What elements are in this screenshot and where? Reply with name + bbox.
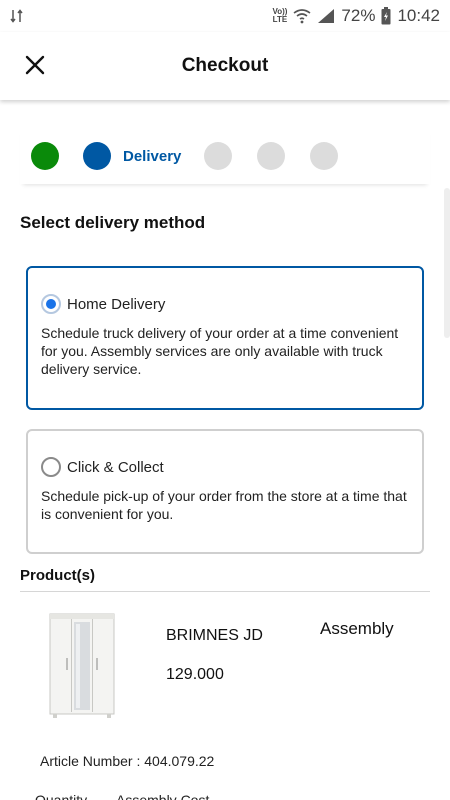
delivery-option-click-collect[interactable]: Click & Collect Schedule pick-up of your… xyxy=(26,429,424,554)
scroll-indicator xyxy=(444,188,450,338)
wifi-icon xyxy=(293,9,311,24)
option-label: Click & Collect xyxy=(67,458,164,476)
products-title: Product(s) xyxy=(20,567,95,584)
radio-dot xyxy=(46,299,56,309)
data-transfer-icon xyxy=(10,9,23,23)
option-head: Click & Collect xyxy=(41,457,164,477)
divider xyxy=(20,591,430,592)
close-icon xyxy=(25,55,45,75)
volte-indicator: Vo)) LTE xyxy=(272,8,287,24)
status-right: Vo)) LTE 72% 10:42 xyxy=(272,6,440,26)
battery-charging-icon xyxy=(381,7,391,25)
product-name: BRIMNES JD xyxy=(166,627,263,644)
status-bar: Vo)) LTE 72% 10:42 xyxy=(0,0,450,32)
option-head: Home Delivery xyxy=(41,294,165,314)
article-number: Article Number : 404.079.22 xyxy=(40,753,215,769)
option-description: Schedule pick-up of your order from the … xyxy=(41,488,407,522)
step-4-pending xyxy=(257,142,286,170)
quantity-label: Quantity xyxy=(35,792,88,800)
option-description: Schedule truck delivery of your order at… xyxy=(41,325,399,377)
section-title: Select delivery method xyxy=(20,213,206,232)
status-left xyxy=(10,8,24,24)
assembly-cost-label: Assembly Cost xyxy=(116,792,210,800)
battery-percent: 72% xyxy=(341,6,376,25)
step-2-current xyxy=(83,142,111,170)
app-header: Checkout xyxy=(0,32,450,100)
close-button[interactable] xyxy=(20,50,50,80)
option-label: Home Delivery xyxy=(67,295,166,313)
radio-selected[interactable] xyxy=(41,294,61,314)
radio-unselected[interactable] xyxy=(41,457,61,477)
checkout-stepper: Delivery xyxy=(20,128,430,184)
delivery-option-home[interactable]: Home Delivery Schedule truck delivery of… xyxy=(26,266,424,410)
clock: 10:42 xyxy=(397,6,440,25)
page-title: Checkout xyxy=(181,55,269,76)
step-3-pending xyxy=(204,142,233,170)
signal-icon xyxy=(318,9,335,23)
step-5-pending xyxy=(310,142,339,170)
assembly-label: Assembly xyxy=(320,619,394,638)
product-image xyxy=(49,613,115,718)
product-price: 129.000 xyxy=(166,666,224,683)
current-step-label: Delivery xyxy=(123,147,182,165)
lte-label: LTE xyxy=(272,15,288,24)
step-1-completed xyxy=(31,142,59,170)
